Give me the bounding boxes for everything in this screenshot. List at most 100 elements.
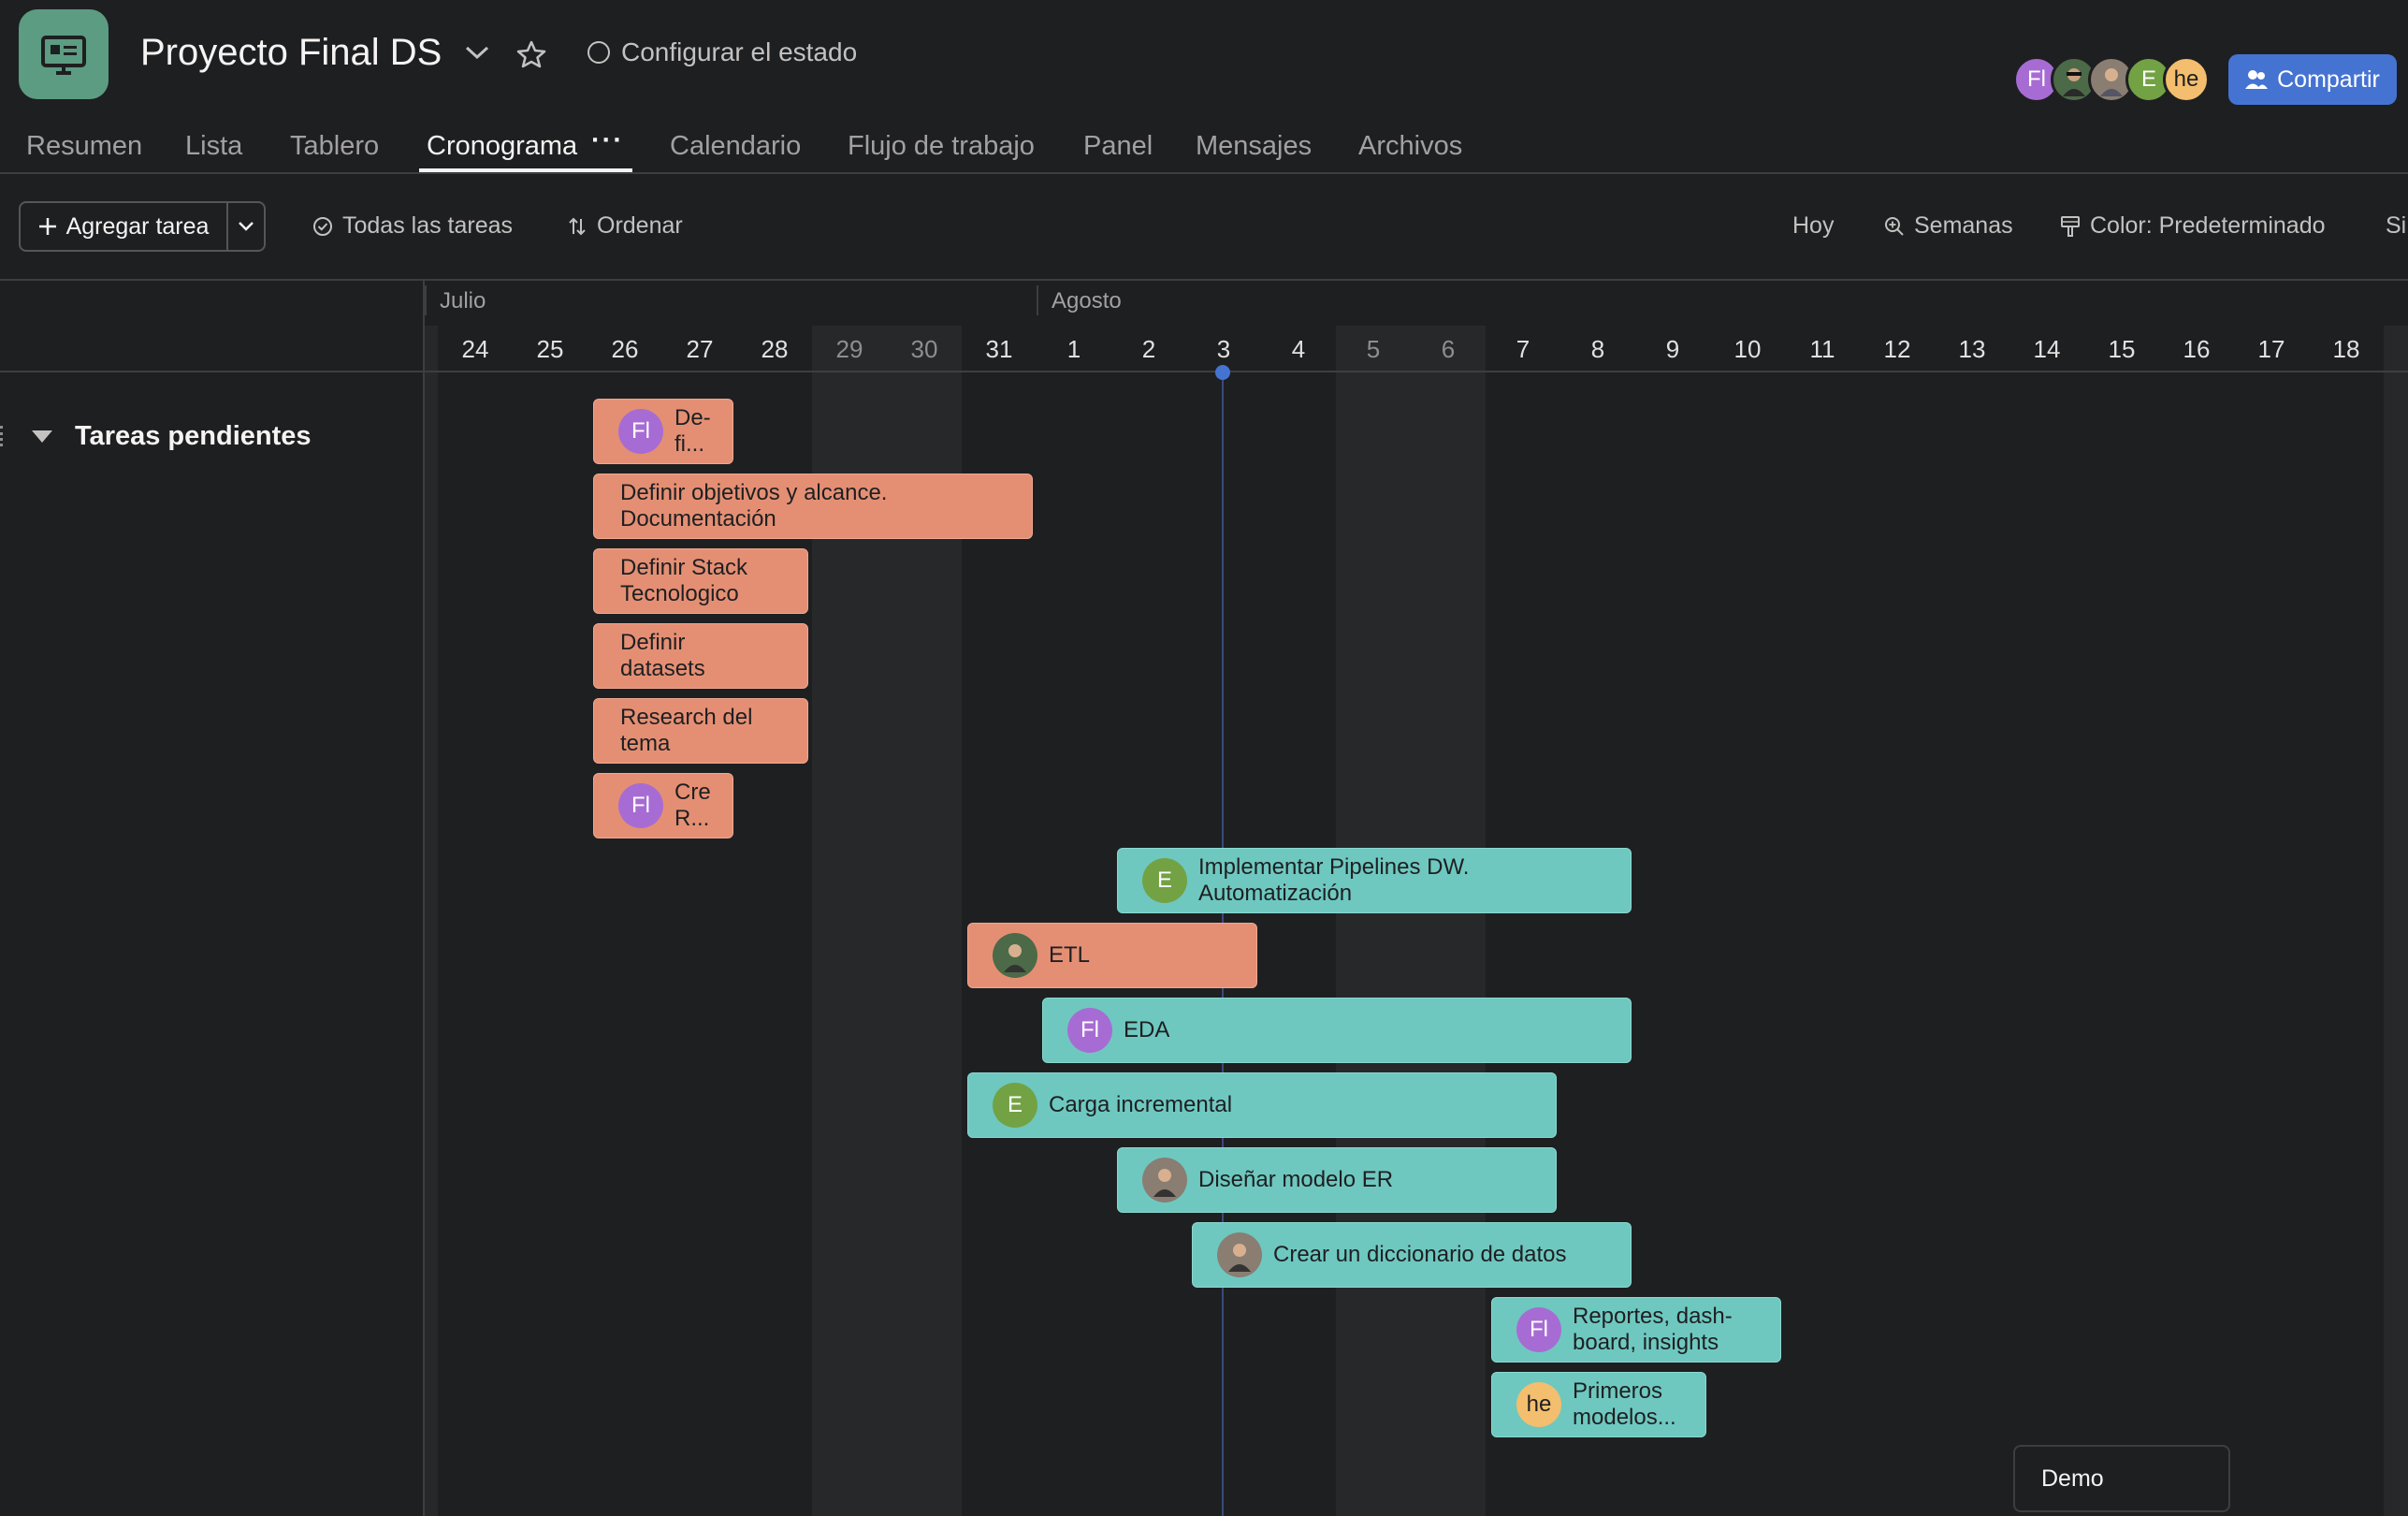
share-button[interactable]: Compartir	[2228, 54, 2397, 105]
task-bar[interactable]: Fl Reportes, dash- board, insights	[1491, 1297, 1781, 1363]
overflow-button[interactable]: Si	[2386, 212, 2406, 240]
star-icon[interactable]	[515, 37, 548, 71]
day-label: 27	[686, 335, 714, 363]
share-label: Compartir	[2277, 66, 2380, 93]
add-task-split-button: Agregar tarea	[19, 201, 266, 252]
day-label: 9	[1665, 335, 1680, 363]
day-label: 13	[1958, 335, 1986, 363]
grid-gutter	[425, 326, 438, 1516]
weekend-band	[2384, 326, 2408, 1516]
task-bar[interactable]: Definir Stack Tecnologico	[593, 548, 808, 614]
project-members[interactable]: Fl E he	[2013, 56, 2210, 103]
tab-lista[interactable]: Lista	[185, 131, 242, 162]
assignee-avatar[interactable]: Fl	[618, 783, 663, 828]
assignee-avatar-photo[interactable]	[1142, 1158, 1187, 1203]
day-label: 18	[2332, 335, 2360, 363]
task-bar[interactable]: he Primeros modelos...	[1491, 1372, 1706, 1437]
task-bar-label: ETL	[1049, 942, 1091, 968]
assignee-avatar[interactable]: E	[1142, 858, 1187, 903]
task-bar-label: Research del tema	[620, 705, 753, 756]
tab-resumen[interactable]: Resumen	[26, 131, 142, 162]
chevron-down-icon[interactable]	[462, 37, 492, 67]
task-bar[interactable]: Fl De- fi...	[593, 399, 733, 464]
task-bar-label: Implementar Pipelines DW. Automatización	[1198, 854, 1470, 906]
tab-mensajes[interactable]: Mensajes	[1196, 131, 1312, 162]
status-circle-icon	[587, 41, 610, 64]
day-label: 12	[1883, 335, 1911, 363]
assignee-avatar-photo[interactable]	[993, 933, 1037, 978]
task-bar[interactable]: Diseñar modelo ER	[1117, 1147, 1557, 1213]
tab-tablero[interactable]: Tablero	[290, 131, 379, 162]
drag-handle-icon[interactable]	[0, 426, 4, 446]
plus-icon	[38, 218, 56, 235]
zoom-icon	[1885, 216, 1904, 236]
project-icon[interactable]	[19, 9, 109, 99]
project-title[interactable]: Proyecto Final DS	[140, 32, 442, 74]
assignee-avatar[interactable]: E	[993, 1083, 1037, 1128]
task-bar-label: Carga incremental	[1049, 1092, 1233, 1117]
task-bar[interactable]: Fl Cre R...	[593, 773, 733, 838]
task-bar[interactable]: Definir objetivos y alcance. Documentaci…	[593, 474, 1033, 539]
day-label: 2	[1141, 335, 1156, 363]
caret-down-icon[interactable]	[32, 430, 52, 443]
day-label: 11	[1809, 335, 1835, 363]
task-bar[interactable]: E Implementar Pipelines DW. Automatizació…	[1117, 848, 1632, 913]
task-bar[interactable]: ETL	[967, 923, 1257, 988]
milestone-label: Demo	[2041, 1465, 2104, 1492]
active-tab-indicator	[419, 168, 632, 172]
task-bar[interactable]: Research del tema	[593, 698, 808, 764]
overflow-label: Si	[2386, 212, 2407, 239]
task-bar[interactable]: Definir datasets	[593, 623, 808, 689]
assignee-avatar-photo[interactable]	[1217, 1232, 1262, 1277]
day-label: 30	[910, 335, 938, 363]
task-bar[interactable]: Crear un diccionario de datos	[1192, 1222, 1632, 1288]
task-bar-label: Cre R...	[675, 780, 711, 831]
tab-archivos[interactable]: Archivos	[1358, 131, 1462, 162]
day-label: 26	[611, 335, 639, 363]
today-button[interactable]: Hoy	[1792, 212, 1834, 240]
tab-flujo-de-trabajo[interactable]: Flujo de trabajo	[848, 131, 1035, 162]
task-bar-label: EDA	[1124, 1017, 1170, 1042]
day-label: 25	[536, 335, 564, 363]
sort-icon	[569, 217, 586, 235]
all-tasks-filter[interactable]: Todas las tareas	[312, 212, 513, 240]
day-label: 3	[1216, 335, 1231, 363]
today-label: Hoy	[1792, 212, 1835, 239]
assignee-avatar[interactable]: Fl	[1067, 1008, 1112, 1053]
section-header[interactable]: Tareas pendientes	[32, 421, 312, 452]
task-bar-label: Crear un diccionario de datos	[1273, 1242, 1567, 1267]
day-label: 31	[985, 335, 1013, 363]
zoom-button[interactable]: Semanas	[1884, 212, 2013, 240]
sort-button[interactable]: Ordenar	[567, 212, 683, 240]
set-status-label: Configurar el estado	[621, 37, 858, 66]
day-label: 16	[2183, 335, 2211, 363]
day-label: 17	[2257, 335, 2285, 363]
tab-cronograma[interactable]: Cronograma	[427, 131, 577, 162]
paint-bucket-icon	[2061, 215, 2080, 237]
month-label: Julio	[440, 288, 486, 313]
task-bar[interactable]: E Carga incremental	[967, 1072, 1557, 1138]
assignee-avatar[interactable]: he	[1516, 1382, 1561, 1427]
month-label: Agosto	[1052, 288, 1122, 313]
avatar[interactable]: he	[2163, 56, 2210, 103]
set-status-button[interactable]: Configurar el estado	[587, 37, 857, 67]
sort-label: Ordenar	[597, 212, 683, 239]
assignee-avatar[interactable]: Fl	[1516, 1307, 1561, 1352]
day-label: 7	[1516, 335, 1530, 363]
task-bar-label: Primeros modelos...	[1573, 1378, 1676, 1430]
add-task-button[interactable]: Agregar tarea	[21, 203, 228, 250]
chevron-down-icon	[239, 222, 254, 231]
color-button[interactable]: Color: Predeterminado	[2060, 212, 2326, 240]
toolbar-divider	[0, 279, 2408, 281]
assignee-avatar[interactable]: Fl	[618, 409, 663, 454]
add-task-menu-button[interactable]	[228, 203, 264, 250]
presentation-icon	[41, 36, 86, 75]
tab-panel[interactable]: Panel	[1083, 131, 1153, 162]
people-icon	[2245, 70, 2269, 89]
milestone-demo[interactable]: Demo	[2013, 1445, 2230, 1512]
tab-calendario[interactable]: Calendario	[670, 131, 801, 162]
task-bar-label: Definir objetivos y alcance. Documentaci…	[620, 480, 888, 532]
tab-options-icon[interactable]: ···	[591, 125, 624, 156]
left-panel-divider	[423, 281, 425, 1516]
task-bar[interactable]: Fl EDA	[1042, 998, 1632, 1063]
